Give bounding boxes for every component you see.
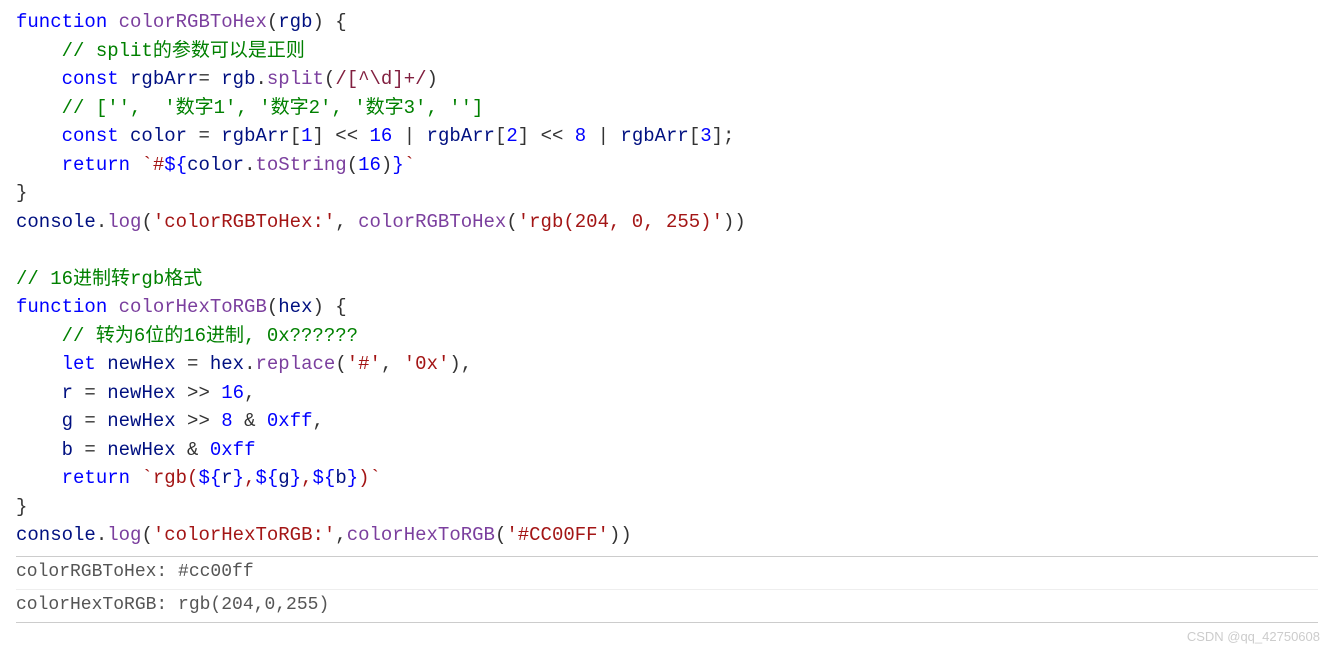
template-brace: } [233,467,244,489]
string: 'rgb(204, 0, 255)' [518,211,723,233]
identifier: newHex [107,382,175,404]
keyword: const [62,125,119,147]
number: 16 [358,154,381,176]
identifier: newHex [107,439,175,461]
number: 16 [370,125,393,147]
identifier: newHex [107,410,175,432]
number: 8 [221,410,232,432]
comment: // split的参数可以是正则 [62,40,305,62]
method: toString [255,154,346,176]
template-brace: ${ [255,467,278,489]
keyword: function [16,11,107,33]
identifier: console [16,211,96,233]
method: replace [256,353,336,375]
identifier: hex [210,353,244,375]
identifier: color [130,125,187,147]
method: split [267,68,324,90]
number: 3 [700,125,711,147]
template-brace: ${ [164,154,187,176]
keyword: function [16,296,107,318]
function-name: colorRGBToHex [119,11,267,33]
function-call: colorHexToRGB [347,524,495,546]
identifier: rgb [221,68,255,90]
console-output: colorRGBToHex: #cc00ff colorHexToRGB: rg… [16,556,1318,623]
identifier: console [16,524,96,546]
template-brace: } [290,467,301,489]
identifier: r [62,382,73,404]
output-line: colorHexToRGB: rgb(204,0,255) [16,590,1318,622]
function-call: colorRGBToHex [358,211,506,233]
template: )` [358,467,381,489]
identifier: rgbArr [221,125,289,147]
method: log [107,211,141,233]
regex: /[^\d]+/ [335,68,426,90]
template-brace: } [347,467,358,489]
identifier: g [278,467,289,489]
number: 0xff [267,410,313,432]
identifier: newHex [107,353,175,375]
comment: // ['', '数字1', '数字2', '数字3', ''] [62,97,484,119]
keyword: let [62,353,96,375]
identifier: color [187,154,244,176]
function-name: colorHexToRGB [119,296,267,318]
identifier: rgbArr [620,125,688,147]
identifier: b [335,467,346,489]
template-brace: ${ [313,467,336,489]
template-brace: } [392,154,403,176]
number: 2 [506,125,517,147]
number: 0xff [210,439,256,461]
code-block: function colorRGBToHex(rgb) { // split的参… [16,8,1318,550]
identifier: rgbArr [427,125,495,147]
string: 'colorHexToRGB:' [153,524,335,546]
identifier: g [62,410,73,432]
output-line: colorRGBToHex: #cc00ff [16,557,1318,590]
template: `rgb( [141,467,198,489]
comment: // 转为6位的16进制, 0x?????? [62,325,358,347]
method: log [107,524,141,546]
string: '#CC00FF' [506,524,609,546]
number: 8 [575,125,586,147]
comment: // 16进制转rgb格式 [16,268,202,290]
keyword: const [62,68,119,90]
template: , [301,467,312,489]
number: 1 [301,125,312,147]
template: `# [141,154,164,176]
template: , [244,467,255,489]
string: '#' [347,353,381,375]
keyword: return [62,467,130,489]
op: = [198,68,221,90]
watermark: CSDN @qq_42750608 [1187,627,1320,647]
template-brace: ${ [198,467,221,489]
number: 16 [221,382,244,404]
param: rgb [278,11,312,33]
string: 'colorRGBToHex:' [153,211,335,233]
template: ` [404,154,415,176]
string: '0x' [404,353,450,375]
keyword: return [62,154,130,176]
param: hex [278,296,312,318]
identifier: rgbArr [130,68,198,90]
identifier: r [221,467,232,489]
identifier: b [62,439,73,461]
